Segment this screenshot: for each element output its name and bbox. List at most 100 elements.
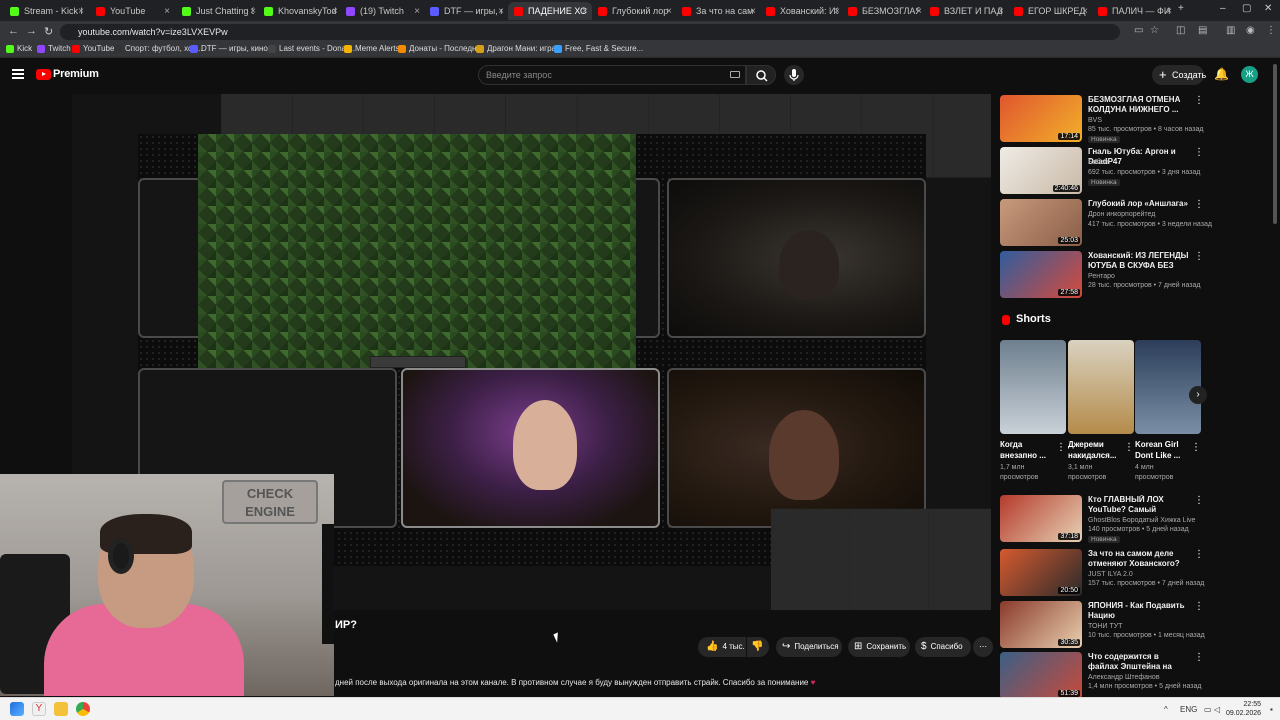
video-title[interactable]: Хованский: ИЗ ЛЕГЕНДЫ ЮТУБА В СКУФА БЕЗ …	[1088, 251, 1190, 271]
short-thumbnail[interactable]	[1000, 340, 1066, 434]
video-thumbnail[interactable]: 20:50	[1000, 549, 1082, 596]
channel-name[interactable]: JUST ILYA 2.0	[1088, 571, 1133, 578]
more-options-icon[interactable]: ⋮	[1194, 601, 1204, 612]
browser-tab[interactable]: Хованский: ИЗ Л×	[760, 2, 844, 20]
like-button[interactable]: 👍 4 тыс.	[698, 637, 746, 657]
youtube-brand[interactable]: Premium	[53, 68, 99, 80]
video-thumbnail[interactable]: 27:58	[1000, 251, 1082, 298]
share-button[interactable]: ↪ Поделиться	[776, 637, 842, 657]
browser-tab[interactable]: БЕЗМОЗГЛАЯ ОТ×	[842, 2, 926, 20]
window-close-icon[interactable]: ✕	[1264, 3, 1272, 14]
browser-tab[interactable]: (19) Twitch ×	[340, 2, 424, 20]
bookmark-star-icon[interactable]: ☆	[1150, 25, 1159, 36]
bookmark-item[interactable]: Донаты - Последн...	[398, 44, 483, 53]
new-tab-icon[interactable]: +	[1178, 3, 1184, 14]
close-icon[interactable]: ×	[998, 6, 1004, 17]
reload-icon[interactable]: ↻	[44, 25, 53, 38]
more-options-icon[interactable]: ⋮	[1194, 549, 1204, 560]
short-title[interactable]: Когда внезапно ...	[1000, 439, 1052, 461]
close-icon[interactable]: ×	[164, 6, 170, 17]
browser-tab[interactable]: Just Chatting Stre×	[176, 2, 260, 20]
tray-chevron-icon[interactable]: ^	[1164, 705, 1168, 714]
bookmark-item[interactable]: Last events - Donat...	[268, 44, 355, 53]
close-icon[interactable]: ×	[332, 6, 338, 17]
browser-tab[interactable]: Stream - Kick Da×	[4, 2, 88, 20]
more-options-icon[interactable]: ⋮	[1194, 199, 1204, 210]
dislike-button[interactable]: 👎	[747, 637, 769, 657]
volume-icon[interactable]: ◁	[1214, 705, 1220, 714]
channel-name[interactable]: Александр Штефанов	[1088, 674, 1160, 681]
recommended-video[interactable]: 2:40:46 Гналь Ютуба: Аргон и DeadP47 Баб…	[1000, 147, 1204, 195]
bookmark-item[interactable]: Free, Fast & Secure...	[554, 44, 643, 53]
scrollbar-thumb[interactable]	[1273, 64, 1277, 224]
video-title[interactable]: Кто ГЛАВНЫЙ ЛОХ YouTube? Самый переоцене…	[1088, 495, 1190, 515]
short-title[interactable]: Джереми накидался...	[1068, 439, 1120, 461]
channel-name[interactable]: Бабай	[1088, 159, 1108, 166]
more-options-icon[interactable]: ⋮	[1056, 442, 1066, 453]
file-explorer-icon[interactable]	[54, 702, 68, 716]
channel-name[interactable]: BVS	[1088, 117, 1102, 124]
bookmark-item[interactable]: Kick	[6, 44, 32, 53]
video-thumbnail[interactable]: 17:14	[1000, 95, 1082, 142]
channel-name[interactable]: ТОНИ ТУТ	[1088, 623, 1122, 630]
more-options-icon[interactable]: ⋮	[1191, 442, 1201, 453]
windows-start-icon[interactable]	[10, 702, 24, 716]
chrome-icon[interactable]	[76, 702, 90, 716]
browser-tab[interactable]: KhovanskyToday×	[258, 2, 342, 20]
browser-tab[interactable]: ВЗЛЕТ И ПАДЕН×	[924, 2, 1008, 20]
voice-search-button[interactable]	[784, 65, 804, 85]
close-icon[interactable]: ×	[250, 6, 256, 17]
close-icon[interactable]: ×	[750, 6, 756, 17]
video-thumbnail[interactable]: 51:39	[1000, 652, 1082, 699]
video-thumbnail[interactable]: 37:18	[1000, 495, 1082, 542]
create-button[interactable]: + Создать	[1152, 65, 1206, 85]
youtube-logo-icon[interactable]	[36, 69, 51, 80]
short-thumbnail[interactable]	[1135, 340, 1201, 434]
channel-name[interactable]: Рентаро	[1088, 273, 1115, 280]
close-icon[interactable]: ×	[834, 6, 840, 17]
bookmark-item[interactable]: Драгон Мани: игра...	[476, 44, 563, 53]
browser-tab[interactable]: YouTube ×	[90, 2, 174, 20]
close-icon[interactable]: ×	[582, 6, 588, 17]
bookmark-item[interactable]: YouTube	[72, 44, 114, 53]
profile-icon[interactable]: ◉	[1246, 25, 1255, 36]
tab-search-icon[interactable]: ▤	[1198, 25, 1207, 36]
recommended-video[interactable]: 17:14 БЕЗМОЗГЛАЯ ОТМЕНА КОЛДУНА НИЖНЕГО …	[1000, 95, 1204, 143]
recommended-video[interactable]: 37:18 Кто ГЛАВНЫЙ ЛОХ YouTube? Самый пер…	[1000, 495, 1204, 543]
forward-icon[interactable]: →	[26, 25, 37, 37]
save-button[interactable]: ⊞ Сохранить	[848, 637, 910, 657]
browser-tab[interactable]: ЕГОР ШКРЕД • В×	[1008, 2, 1092, 20]
recommended-video[interactable]: 30:35 ЯПОНИЯ - Как Подавить Нацию ТОНИ Т…	[1000, 601, 1205, 649]
video-title[interactable]: Что содержится в файлах Эпштейна на само…	[1088, 652, 1190, 672]
back-icon[interactable]: ←	[8, 25, 19, 37]
description-snippet[interactable]: дней после выхода оригинала на этом кана…	[335, 678, 815, 687]
browser-tab[interactable]: За что на самом×	[676, 2, 760, 20]
more-options-icon[interactable]: ⋮	[1194, 495, 1204, 506]
short-card[interactable]: Korean Girl Dont Like ... 4 млн просмотр…	[1135, 340, 1201, 483]
more-actions-button[interactable]: ⋯	[973, 637, 993, 657]
recommended-video[interactable]: 51:39 Что содержится в файлах Эпштейна н…	[1000, 652, 1204, 700]
browser-tab[interactable]: ПАЛИЧ — ФИЛО×	[1092, 2, 1176, 20]
thanks-button[interactable]: $ Спасибо	[915, 637, 971, 657]
close-icon[interactable]: ×	[78, 6, 84, 17]
sidebar-icon[interactable]: ▥	[1226, 25, 1235, 36]
short-thumbnail[interactable]	[1068, 340, 1134, 434]
short-card[interactable]: Когда внезапно ... 1,7 млн просмотров ⋮	[1000, 340, 1066, 483]
bookmark-item[interactable]: Twitch	[37, 44, 71, 53]
video-title[interactable]: БЕЗМОЗГЛАЯ ОТМЕНА КОЛДУНА НИЖНЕГО ...	[1088, 95, 1190, 115]
recommended-video[interactable]: 20:50 За что на самом деле отменяют Хова…	[1000, 549, 1204, 597]
extensions-icon[interactable]: ◫	[1176, 25, 1185, 36]
close-icon[interactable]: ×	[498, 6, 504, 17]
recommended-video[interactable]: 25:03 Глубокий лор «Аншлага» Дрон инкорп…	[1000, 199, 1212, 247]
system-clock[interactable]: 22:55 09.02.2026	[1226, 700, 1261, 718]
network-icon[interactable]: ▭	[1204, 705, 1212, 714]
close-icon[interactable]: ×	[1082, 6, 1088, 17]
more-options-icon[interactable]: ⋮	[1194, 251, 1204, 262]
minimize-icon[interactable]: –	[1220, 3, 1226, 14]
search-input[interactable]: Введите запрос	[478, 65, 746, 85]
avatar[interactable]: Ж	[1241, 66, 1258, 83]
language-indicator[interactable]: ENG	[1180, 705, 1197, 714]
browser-tab[interactable]: Глубокий лор «А×	[592, 2, 676, 20]
short-card[interactable]: Джереми накидался... 3,1 млн просмотров …	[1068, 340, 1134, 483]
close-icon[interactable]: ×	[916, 6, 922, 17]
